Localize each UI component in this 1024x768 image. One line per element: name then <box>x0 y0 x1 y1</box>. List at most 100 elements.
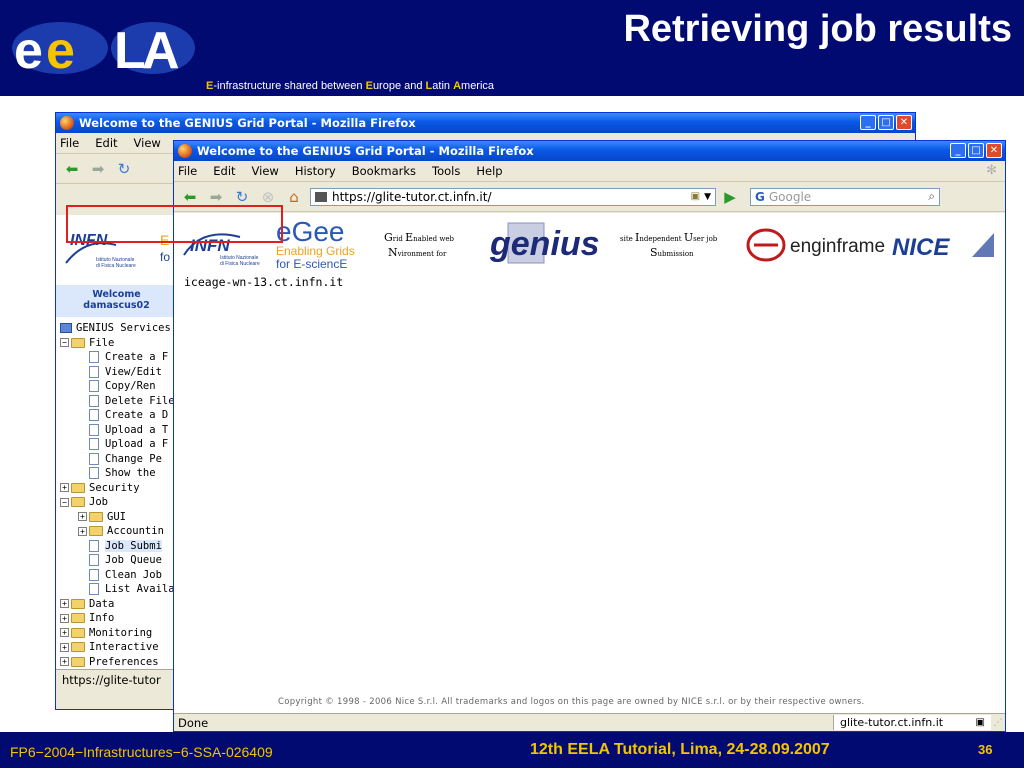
svg-text:fo: fo <box>160 250 170 264</box>
menu-edit[interactable]: Edit <box>213 164 235 178</box>
tree-item-label: Delete File <box>105 394 175 407</box>
expand-icon[interactable]: + <box>60 483 69 493</box>
tree-item[interactable]: Change Pe <box>60 452 175 467</box>
tree-item[interactable]: Create a F <box>60 350 175 365</box>
back-titlebar[interactable]: Welcome to the GENIUS Grid Portal - Mozi… <box>56 113 915 133</box>
expand-icon[interactable]: + <box>60 628 69 638</box>
tree-item[interactable]: − File <box>60 336 175 351</box>
tree-item[interactable]: Delete File <box>60 394 175 409</box>
tree-item[interactable]: Upload a F <box>60 437 175 452</box>
front-titlebar[interactable]: Welcome to the GENIUS Grid Portal - Mozi… <box>174 141 1005 161</box>
svg-text:e: e <box>14 22 43 80</box>
site-caption: site Independent User job Submission <box>620 231 718 259</box>
throbber-icon: ✻ <box>986 163 997 178</box>
go-icon[interactable]: ▶ <box>720 188 740 206</box>
expand-icon[interactable]: + <box>60 599 69 609</box>
tree-item[interactable]: Create a D <box>60 408 175 423</box>
tree-item-label: List Availa <box>105 583 175 596</box>
lock-icon: ▣ <box>690 191 701 202</box>
menu-view[interactable]: View <box>252 164 279 178</box>
tree-item-label: Data <box>89 597 115 610</box>
tree-item-label: Accountin <box>107 525 164 538</box>
search-input[interactable]: G Google ⌕ <box>750 187 940 206</box>
tree-item-label: Info <box>89 612 115 625</box>
document-icon <box>89 583 99 596</box>
tree-item[interactable]: Job Queue <box>60 553 175 568</box>
folder-icon <box>89 511 103 522</box>
menu-file[interactable]: File <box>178 164 197 178</box>
tree-item[interactable]: + Data <box>60 597 175 612</box>
maximize-icon[interactable]: □ <box>968 143 984 158</box>
resize-grip-icon[interactable]: ⋰ <box>991 718 1005 728</box>
firefox-icon <box>60 116 74 130</box>
document-icon <box>89 380 99 393</box>
tree-item[interactable]: Copy/Ren <box>60 379 175 394</box>
svg-text:enginframe: enginframe <box>790 236 885 257</box>
page-number: 36 <box>978 742 993 757</box>
forward-arrow-icon[interactable]: ➡ <box>88 160 108 178</box>
reload-icon[interactable]: ↻ <box>114 160 134 178</box>
tree-item[interactable]: List Availa <box>60 582 175 597</box>
tree-item[interactable]: Upload a T <box>60 423 175 438</box>
tree-item[interactable]: + Preferences <box>60 655 175 670</box>
eela-logo: e e L A <box>12 22 195 80</box>
expand-icon[interactable]: + <box>78 526 87 536</box>
tree-item[interactable]: + Security <box>60 481 175 496</box>
project-code: FP6−2004−Infrastructures−6-SSA-026409 <box>10 744 273 760</box>
document-icon <box>89 394 99 407</box>
menu-tools[interactable]: Tools <box>432 164 460 178</box>
tree-item-label: GUI <box>107 510 126 523</box>
document-icon <box>89 539 99 552</box>
collapse-icon[interactable]: − <box>60 497 69 507</box>
menu-view[interactable]: View <box>134 136 161 150</box>
tree-item-label: Preferences <box>89 655 159 668</box>
tree-item[interactable]: View/Edit <box>60 365 175 380</box>
tree-item[interactable]: + Info <box>60 611 175 626</box>
tree-item[interactable]: Job Submi <box>60 539 175 554</box>
forward-arrow-icon[interactable]: ➡ <box>206 188 226 206</box>
home-icon[interactable]: ⌂ <box>284 188 304 206</box>
tree-item[interactable]: + Accountin <box>60 524 175 539</box>
expand-icon[interactable]: + <box>60 642 69 652</box>
minimize-icon[interactable]: _ <box>860 115 876 130</box>
egee-logo: eGee Enabling Grids for E-sciencE <box>276 217 355 269</box>
front-page-content: INFN Istituto Nazionale di Fisica Nuclea… <box>174 213 1005 713</box>
document-icon <box>89 423 99 436</box>
tree-item[interactable]: + Interactive <box>60 640 175 655</box>
minimize-icon[interactable]: _ <box>950 143 966 158</box>
tree-item[interactable]: + GUI <box>60 510 175 525</box>
reload-icon[interactable]: ↻ <box>232 188 252 206</box>
event-name: 12th EELA Tutorial, Lima, 24-28.09.2007 <box>530 741 830 758</box>
tree-item-label: Copy/Ren <box>105 380 156 393</box>
close-icon[interactable]: ✕ <box>896 115 912 130</box>
tree-item-label: Monitoring <box>89 626 153 639</box>
tree-item[interactable]: Clean Job <box>60 568 175 583</box>
highlight-box <box>66 205 283 243</box>
back-arrow-icon[interactable]: ⬅ <box>180 188 200 206</box>
tree-item-label: Job Queue <box>105 554 162 567</box>
front-browser-window[interactable]: Welcome to the GENIUS Grid Portal - Mozi… <box>173 140 1006 732</box>
tree-item[interactable]: + Monitoring <box>60 626 175 641</box>
search-icon[interactable]: ⌕ <box>928 189 935 204</box>
menu-bookmarks[interactable]: Bookmarks <box>352 164 416 178</box>
menu-help[interactable]: Help <box>476 164 502 178</box>
expand-icon[interactable]: + <box>78 512 87 522</box>
expand-icon[interactable]: + <box>60 657 69 667</box>
stop-icon[interactable]: ⊗ <box>258 188 278 206</box>
collapse-icon[interactable]: − <box>60 338 69 348</box>
menu-file[interactable]: File <box>60 136 79 150</box>
back-arrow-icon[interactable]: ⬅ <box>62 160 82 178</box>
menu-edit[interactable]: Edit <box>95 136 117 150</box>
tree-item[interactable]: Show the <box>60 466 175 481</box>
url-bar[interactable]: https://glite-tutor.ct.infn.it/ ▣ ▼ <box>310 187 716 206</box>
welcome-label: Welcome <box>92 289 141 300</box>
dropdown-icon[interactable]: ▼ <box>704 192 711 202</box>
menu-history[interactable]: History <box>295 164 336 178</box>
folder-icon <box>89 526 103 537</box>
maximize-icon[interactable]: □ <box>878 115 894 130</box>
tree-root[interactable]: GENIUS Services <box>60 321 175 336</box>
lock-icon: ▣ <box>975 717 985 728</box>
tree-item[interactable]: − Job <box>60 495 175 510</box>
close-icon[interactable]: ✕ <box>986 143 1002 158</box>
expand-icon[interactable]: + <box>60 613 69 623</box>
